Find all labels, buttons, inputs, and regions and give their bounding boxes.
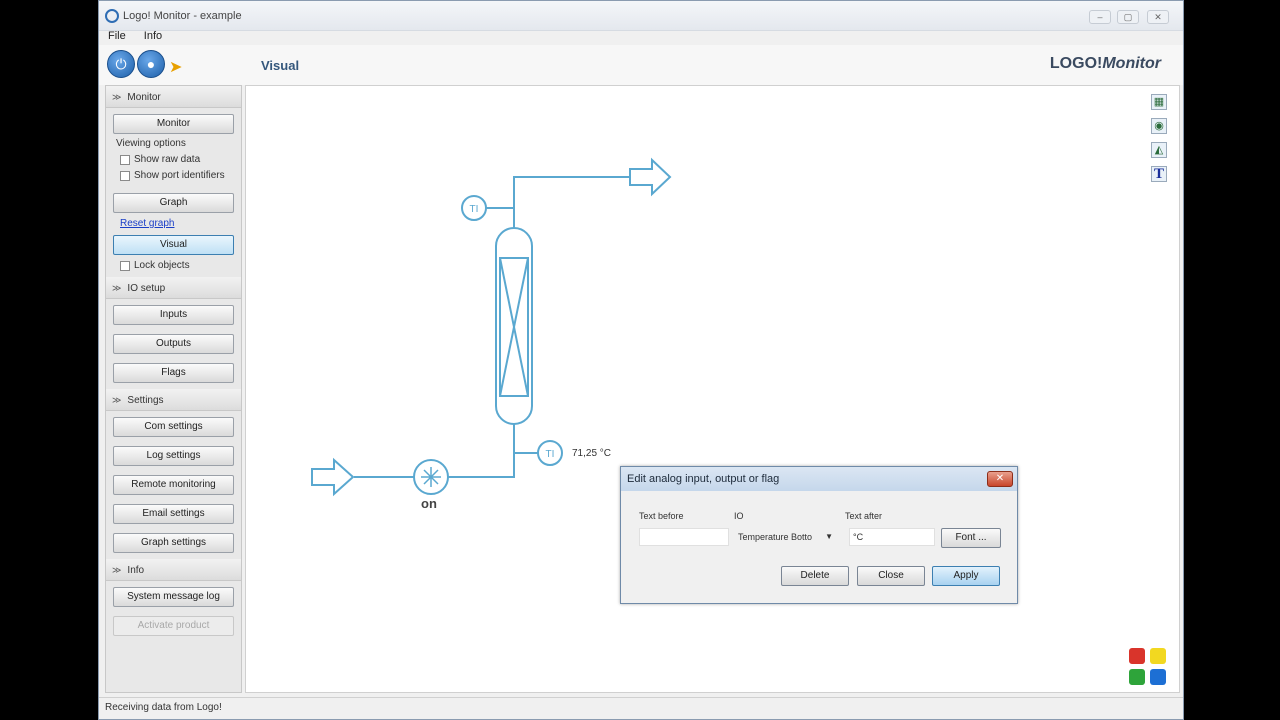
flags-button[interactable]: Flags <box>113 363 234 383</box>
minimize-button[interactable]: – <box>1089 10 1111 24</box>
activate-product-button: Activate product <box>113 616 234 636</box>
text-before-label: Text before <box>639 511 684 521</box>
section-title: IO setup <box>127 283 166 294</box>
section-info-header[interactable]: ≫ Info <box>106 559 241 581</box>
com-settings-button[interactable]: Com settings <box>113 417 234 437</box>
pump-state-label[interactable]: on <box>421 496 437 511</box>
collapse-chevron-icon: ≫ <box>112 92 122 102</box>
delete-button[interactable]: Delete <box>781 566 849 586</box>
checkbox-box[interactable] <box>120 260 130 271</box>
lock-objects-checkbox[interactable]: Lock objects <box>106 255 241 271</box>
io-label: IO <box>734 511 744 521</box>
brand-logo-text: LOGO! <box>1049 55 1103 72</box>
top-pipe <box>513 176 630 229</box>
close-button[interactable]: Close <box>857 566 925 586</box>
connect-icon[interactable]: ⏻ <box>107 50 135 78</box>
arrow-icon[interactable]: ➤ <box>169 57 182 77</box>
status-bar: Receiving data from Logo! <box>99 697 1183 719</box>
maximize-button[interactable]: ▢ <box>1117 10 1139 24</box>
font-button[interactable]: Font ... <box>941 528 1001 548</box>
green-square <box>1129 669 1145 685</box>
checkbox-box[interactable] <box>120 154 130 165</box>
view-title: Visual <box>261 58 300 73</box>
bottom-pipe <box>448 424 515 478</box>
pump-star-icon <box>421 467 441 487</box>
inlet-arrow <box>311 457 355 497</box>
section-settings-header[interactable]: ≫ Settings <box>106 389 241 411</box>
email-settings-button[interactable]: Email settings <box>113 504 234 524</box>
outputs-button[interactable]: Outputs <box>113 334 234 354</box>
canvas-tools: ▦ ◉ ◭ T <box>1151 94 1167 190</box>
io-select[interactable]: Temperature Botto ▼ <box>734 528 838 546</box>
checkbox-box[interactable] <box>120 170 130 181</box>
brand-name-text: Monitor <box>1102 55 1161 72</box>
dialog-title: Edit analog input, output or flag <box>621 467 1017 491</box>
checkbox-label: Show raw data <box>134 154 201 165</box>
io-select-value: Temperature Botto <box>738 532 813 542</box>
section-title: Info <box>127 565 145 576</box>
remote-monitoring-button[interactable]: Remote monitoring <box>113 475 234 495</box>
system-message-log-button[interactable]: System message log <box>113 587 234 607</box>
edit-analog-dialog: Edit analog input, output or flag ✕ Text… <box>620 466 1018 604</box>
apply-button[interactable]: Apply <box>932 566 1000 586</box>
blue-square <box>1150 669 1166 685</box>
red-square <box>1129 648 1145 664</box>
visual-button[interactable]: Visual <box>113 235 234 255</box>
collapse-chevron-icon: ≫ <box>112 395 122 405</box>
menu-file[interactable]: File <box>108 30 126 42</box>
app-icon <box>105 9 119 23</box>
ti-top-label: TI <box>470 204 479 215</box>
section-title: Monitor <box>127 92 161 103</box>
close-window-button[interactable]: ✕ <box>1147 10 1169 24</box>
inputs-button[interactable]: Inputs <box>113 305 234 325</box>
collapse-chevron-icon: ≫ <box>112 283 122 293</box>
text-after-input[interactable]: °C <box>849 528 935 546</box>
log-settings-button[interactable]: Log settings <box>113 446 234 466</box>
chart-icon[interactable]: ◭ <box>1151 142 1167 158</box>
monitor-button[interactable]: Monitor <box>113 114 234 134</box>
title-bar: Logo! Monitor - example – ▢ ✕ <box>99 1 1183 31</box>
dialog-close-icon[interactable]: ✕ <box>987 471 1013 487</box>
text-before-input[interactable] <box>639 528 729 546</box>
section-monitor-header[interactable]: ≫ Monitor <box>106 86 241 108</box>
text-icon[interactable]: T <box>1151 166 1167 182</box>
image-icon[interactable]: ▦ <box>1151 94 1167 110</box>
checkbox-label: Lock objects <box>134 260 190 271</box>
app-window: Logo! Monitor - example – ▢ ✕ File Info … <box>98 0 1184 720</box>
toolbar: ⏻ ● ➤ Visual LOGO!Monitor <box>99 45 1183 85</box>
show-raw-data-checkbox[interactable]: Show raw data <box>106 149 241 165</box>
yellow-square <box>1150 648 1166 664</box>
record-icon[interactable]: ● <box>137 50 165 78</box>
checkbox-label: Show port identifiers <box>134 170 225 181</box>
text-after-label: Text after <box>845 511 883 521</box>
colored-squares-logo <box>1129 648 1169 686</box>
menu-bar: File Info <box>99 30 1183 44</box>
reset-graph-link[interactable]: Reset graph <box>106 213 241 229</box>
viewing-options-label: Viewing options <box>116 138 186 149</box>
target-icon[interactable]: ◉ <box>1151 118 1167 134</box>
collapse-chevron-icon: ≫ <box>112 565 122 575</box>
section-io-setup-header[interactable]: ≫ IO setup <box>106 277 241 299</box>
window-title: Logo! Monitor - example <box>123 10 242 22</box>
menu-info[interactable]: Info <box>144 30 162 42</box>
sidebar: ≫ Monitor Monitor Viewing options Show ra… <box>105 85 242 693</box>
outlet-arrow <box>629 157 672 197</box>
ti-bottom-label: TI <box>546 449 555 460</box>
show-port-identifiers-checkbox[interactable]: Show port identifiers <box>106 165 241 181</box>
graph-button[interactable]: Graph <box>113 193 234 213</box>
section-title: Settings <box>127 395 164 406</box>
chevron-down-icon[interactable]: ▼ <box>825 529 833 545</box>
graph-settings-button[interactable]: Graph settings <box>113 533 234 553</box>
temperature-readout[interactable]: 71,25 °C <box>572 448 611 459</box>
brand-logo: LOGO!Monitor <box>1050 55 1161 73</box>
